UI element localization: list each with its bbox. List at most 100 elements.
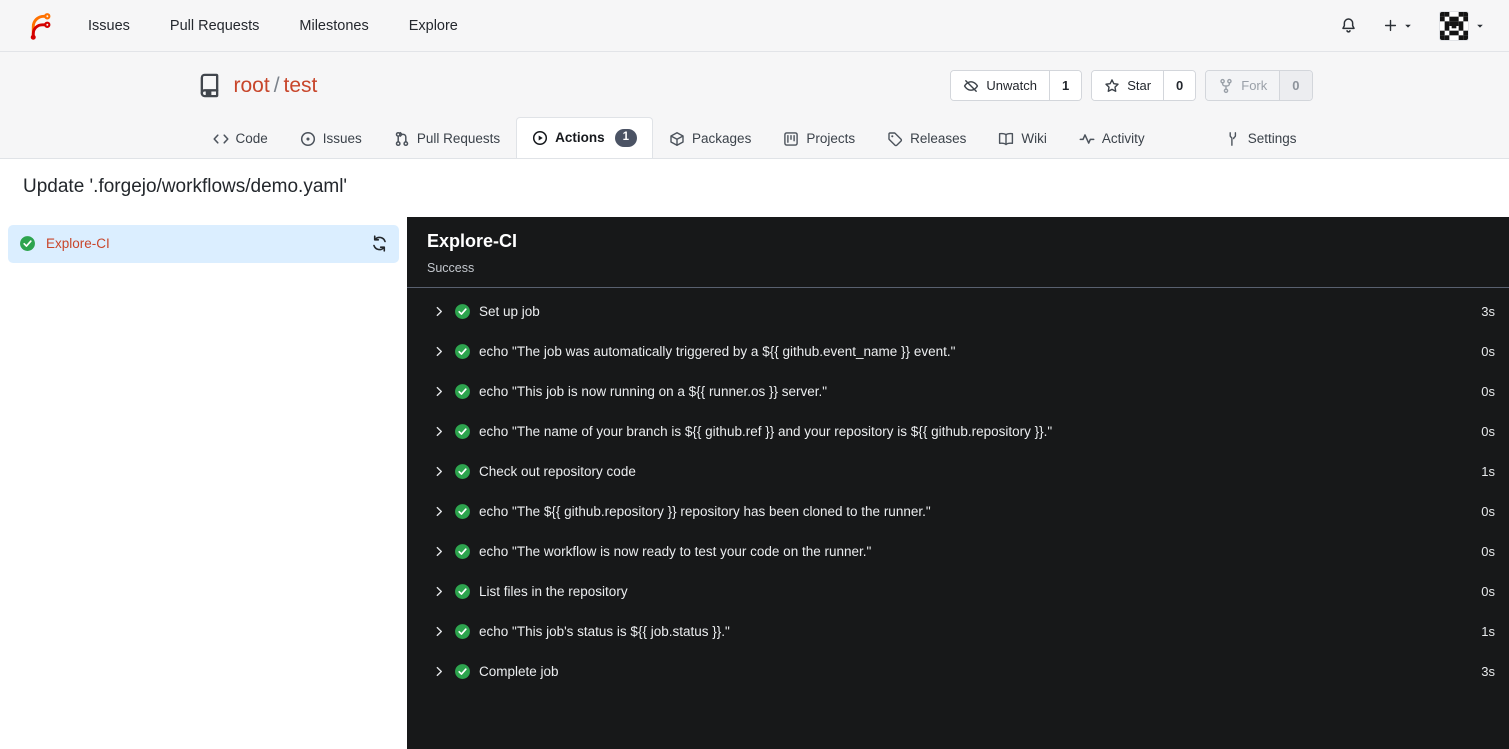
- top-navbar: Issues Pull Requests Milestones Explore: [0, 0, 1509, 52]
- star-button[interactable]: Star: [1092, 71, 1164, 100]
- step-duration: 0s: [1481, 504, 1495, 520]
- tab-pull-requests[interactable]: Pull Requests: [378, 119, 516, 158]
- step-success-icon: [454, 583, 471, 600]
- step-row[interactable]: echo "The ${{ github.repository }} repos…: [407, 492, 1509, 532]
- unwatch-button[interactable]: Unwatch: [951, 71, 1049, 100]
- tab-label: Issues: [322, 131, 362, 147]
- unwatch-label: Unwatch: [986, 78, 1037, 93]
- nav-item-issues[interactable]: Issues: [88, 18, 130, 34]
- step-duration: 0s: [1481, 384, 1495, 400]
- chevron-right-icon: [433, 425, 446, 438]
- step-name: echo "This job is now running on a ${{ r…: [479, 384, 828, 400]
- fork-button[interactable]: Fork: [1206, 71, 1280, 100]
- nav-item-milestones[interactable]: Milestones: [299, 18, 368, 34]
- tab-packages[interactable]: Packages: [653, 119, 767, 158]
- star-count[interactable]: 0: [1163, 71, 1196, 100]
- user-menu-button[interactable]: [1439, 10, 1485, 41]
- repo-path-separator: /: [273, 73, 280, 97]
- tab-issues[interactable]: Issues: [284, 119, 378, 158]
- step-success-icon: [454, 343, 471, 360]
- rerun-job-button[interactable]: [371, 235, 388, 252]
- repo-name-link[interactable]: test: [284, 74, 318, 98]
- tab-activity[interactable]: Activity: [1063, 119, 1161, 158]
- tab-code[interactable]: Code: [197, 119, 284, 158]
- forgejo-logo[interactable]: [24, 10, 56, 42]
- nav-item-explore[interactable]: Explore: [409, 18, 458, 34]
- repo-icon: [197, 73, 222, 98]
- step-success-icon: [454, 623, 471, 640]
- step-duration: 0s: [1481, 424, 1495, 440]
- step-duration: 0s: [1481, 344, 1495, 360]
- tab-projects[interactable]: Projects: [767, 119, 871, 158]
- step-row[interactable]: echo "This job's status is ${{ job.statu…: [407, 612, 1509, 652]
- pulse-icon: [1079, 131, 1095, 147]
- step-success-icon: [454, 423, 471, 440]
- chevron-right-icon: [433, 385, 446, 398]
- job-item-explore-ci[interactable]: Explore-CI: [8, 224, 399, 263]
- unwatch-count[interactable]: 1: [1048, 71, 1082, 100]
- step-name: Complete job: [479, 664, 559, 680]
- step-row[interactable]: echo "The workflow is now ready to test …: [407, 532, 1509, 572]
- tab-settings[interactable]: Settings: [1209, 119, 1313, 158]
- fork-count[interactable]: 0: [1279, 71, 1312, 100]
- step-duration: 1s: [1481, 464, 1495, 480]
- bell-icon: [1340, 17, 1357, 34]
- step-row[interactable]: echo "This job is now running on a ${{ r…: [407, 372, 1509, 412]
- step-row[interactable]: List files in the repository 0s: [407, 572, 1509, 612]
- step-duration: 0s: [1481, 544, 1495, 560]
- repo-tabs: Code Issues Pull Requests Actions 1 Packages P…: [197, 117, 1313, 158]
- job-panel-header: Explore-CI Success: [407, 217, 1509, 288]
- step-name: echo "The job was automatically triggere…: [479, 344, 956, 360]
- chevron-down-icon: [1403, 21, 1413, 31]
- plus-icon: [1383, 18, 1398, 33]
- refresh-icon: [371, 235, 388, 252]
- tab-count-badge: 1: [614, 129, 638, 147]
- tab-label: Code: [235, 131, 268, 147]
- workflow-run-layout: Explore-CI Explore-CI Success Set up job…: [0, 216, 1509, 749]
- step-row[interactable]: Complete job 3s: [407, 652, 1509, 692]
- tools-icon: [1225, 131, 1241, 147]
- nav-item-pull-requests[interactable]: Pull Requests: [170, 18, 259, 34]
- code-icon: [212, 131, 229, 147]
- issue-icon: [300, 131, 316, 147]
- step-name: echo "The workflow is now ready to test …: [479, 544, 872, 560]
- repo-owner-link[interactable]: root: [234, 74, 270, 98]
- tab-label: Projects: [806, 131, 856, 147]
- step-row[interactable]: Check out repository code 1s: [407, 452, 1509, 492]
- tab-wiki[interactable]: Wiki: [982, 119, 1063, 158]
- star-button-group: Star 0: [1091, 70, 1197, 101]
- step-success-icon: [454, 543, 471, 560]
- chevron-down-icon: [1475, 21, 1485, 31]
- chevron-right-icon: [433, 625, 446, 638]
- notifications-button[interactable]: [1340, 17, 1357, 34]
- job-sidebar: Explore-CI: [0, 216, 407, 749]
- chevron-right-icon: [433, 545, 446, 558]
- step-name: echo "The ${{ github.repository }} repos…: [479, 504, 931, 520]
- navbar-right: [1340, 10, 1485, 41]
- create-new-button[interactable]: [1383, 18, 1413, 33]
- tab-releases[interactable]: Releases: [871, 119, 982, 158]
- chevron-right-icon: [433, 305, 446, 318]
- step-row[interactable]: Set up job 3s: [407, 292, 1509, 332]
- main-content: Update '.forgejo/workflows/demo.yaml' Ex…: [0, 158, 1509, 749]
- package-icon: [669, 131, 685, 147]
- step-name: List files in the repository: [479, 584, 628, 600]
- star-icon: [1104, 78, 1120, 94]
- tab-label: Activity: [1101, 131, 1145, 147]
- step-duration: 1s: [1481, 624, 1495, 640]
- chevron-right-icon: [433, 465, 446, 478]
- step-name: Set up job: [479, 304, 540, 320]
- tab-label: Packages: [692, 131, 752, 147]
- avatar: [1439, 10, 1469, 41]
- step-duration: 3s: [1481, 304, 1495, 320]
- step-row[interactable]: echo "The job was automatically triggere…: [407, 332, 1509, 372]
- tab-label: Pull Requests: [416, 131, 501, 147]
- project-icon: [783, 131, 799, 147]
- star-label: Star: [1127, 78, 1152, 93]
- repo-header: root / test Unwatch 1 Star 0 Fork 0 Code Issue…: [0, 52, 1509, 159]
- tag-icon: [887, 131, 903, 147]
- step-success-icon: [454, 303, 471, 320]
- tab-actions[interactable]: Actions 1: [516, 117, 654, 158]
- tab-label: Actions: [555, 130, 605, 146]
- step-row[interactable]: echo "The name of your branch is ${{ git…: [407, 412, 1509, 452]
